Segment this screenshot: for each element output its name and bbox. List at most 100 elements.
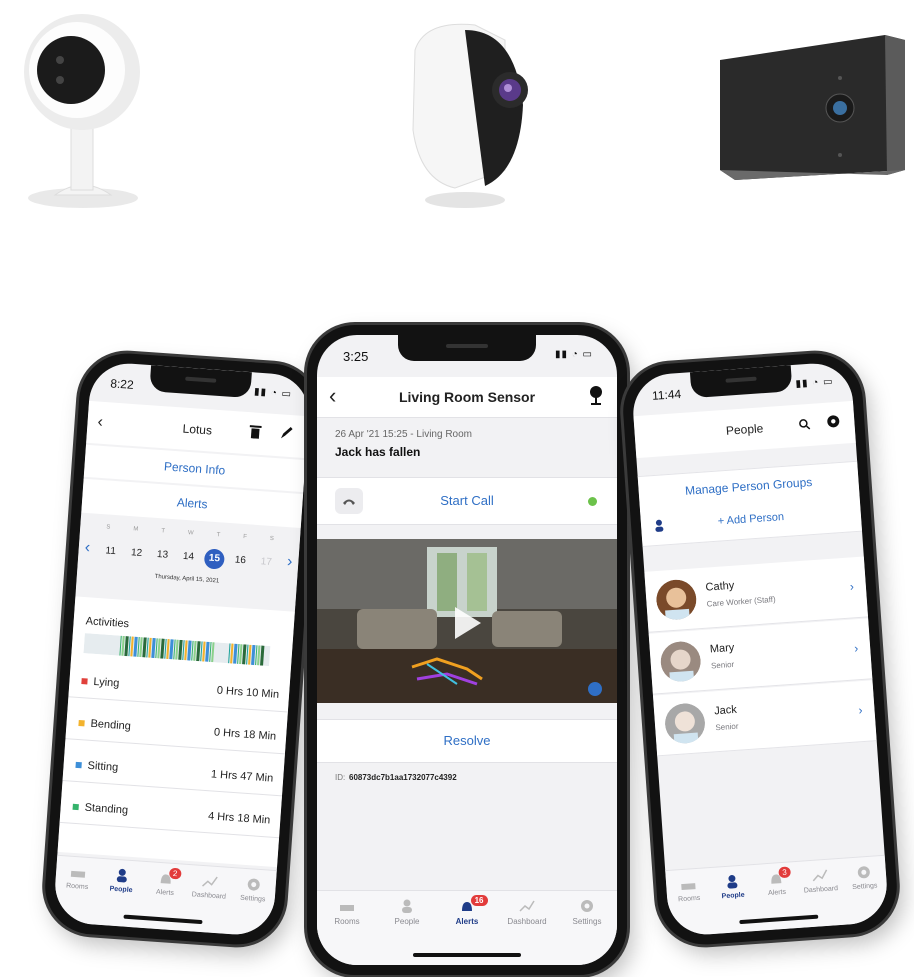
tab-people[interactable]: People	[99, 867, 145, 895]
bed-icon	[340, 905, 354, 911]
call-row[interactable]: Start Call	[317, 477, 617, 525]
speaker	[185, 376, 217, 383]
chevron-right-icon: ›	[853, 641, 859, 656]
weekday-label: M	[133, 526, 139, 533]
alert-id: ID: 60873dc7b1aa1732077c4392	[317, 773, 617, 791]
tab-alerts[interactable]: 16 Alerts	[437, 895, 497, 926]
resolve-button[interactable]: Resolve	[317, 719, 617, 763]
ai-badge-icon	[588, 682, 602, 696]
search-icon[interactable]	[798, 418, 811, 431]
home-indicator	[413, 953, 521, 957]
home-indicator	[739, 914, 819, 925]
gear-icon	[247, 878, 260, 891]
activity-color-square	[78, 720, 85, 727]
add-person-button[interactable]: + Add Person	[641, 506, 861, 533]
chart-line-icon	[519, 900, 535, 912]
tab-label: Dashboard	[803, 885, 839, 895]
trash-icon[interactable]	[249, 424, 262, 439]
activity-label: Bending	[90, 717, 132, 733]
tab-dashboard[interactable]: Dashboard	[798, 867, 844, 895]
person-role: Senior	[710, 659, 735, 671]
tab-label: People	[109, 885, 133, 895]
tab-label: Dashboard	[191, 891, 227, 901]
tab-rooms[interactable]: Rooms	[666, 876, 712, 904]
status-time: 11:44	[651, 386, 682, 403]
weekday-label: S	[269, 535, 275, 543]
avatar	[656, 579, 697, 621]
page-title: Living Room Sensor	[398, 389, 536, 405]
date-cell[interactable]: 17	[256, 552, 277, 573]
alert-meta: 26 Apr '21 15:25 - Living Room	[335, 429, 472, 440]
activity-label: Standing	[84, 801, 129, 817]
bed-icon	[681, 883, 696, 891]
activity-color-square	[81, 678, 88, 685]
gear-icon	[857, 866, 870, 879]
tab-label: Alerts	[455, 917, 479, 926]
tab-settings[interactable]: Settings	[557, 899, 617, 926]
phone-activity: 8:22 ▮▮ ◔ ▭ ‹ Lotus Person Info Alerts S…	[41, 350, 323, 948]
tab-people[interactable]: People	[377, 899, 437, 926]
date-row: 11 12 13 14 15 16 17	[100, 540, 277, 574]
sensor-icon[interactable]	[589, 386, 603, 406]
date-cell[interactable]: 16	[230, 550, 251, 571]
tab-label: Settings	[239, 894, 266, 904]
tab-alerts[interactable]: 3 Alerts	[754, 866, 800, 898]
alert-text: Jack has fallen	[335, 445, 421, 459]
notch	[398, 335, 536, 361]
activity-duration: 0 Hrs 18 Min	[213, 726, 277, 743]
date-cell[interactable]: 11	[100, 541, 121, 562]
id-label: ID:	[335, 773, 346, 782]
camera-video-feed[interactable]	[317, 539, 617, 703]
speaker	[446, 344, 488, 348]
tab-label: Settings	[851, 882, 878, 892]
date-cell[interactable]: 14	[178, 547, 199, 568]
person-name: Mary	[709, 641, 735, 656]
page-title: People	[725, 421, 764, 438]
bed-icon	[70, 870, 86, 878]
tab-label: Settings	[572, 917, 602, 926]
chart-line-icon	[812, 869, 828, 882]
avatar	[660, 641, 701, 683]
tab-people[interactable]: People	[710, 873, 756, 901]
activity-color-square	[72, 803, 79, 811]
people-screen: 11:44 ▮▮ ◔ ▭ People Manage Person Groups…	[630, 361, 890, 937]
tab-label: Alerts	[767, 888, 787, 898]
tab-settings[interactable]: Settings	[231, 876, 277, 904]
next-week-icon[interactable]: ›	[286, 553, 293, 571]
tab-bar: Rooms People 2 Alerts Dashboard Settings	[52, 854, 277, 937]
home-indicator	[123, 914, 203, 925]
tab-alerts[interactable]: 2 Alerts	[143, 867, 189, 898]
person-role: Senior	[715, 721, 739, 733]
person-icon	[116, 868, 127, 883]
gear-icon[interactable]	[826, 414, 841, 429]
activity-row: Sitting 1 Hrs 47 Min	[75, 759, 274, 785]
tab-rooms[interactable]: Rooms	[55, 864, 101, 892]
start-call-button[interactable]: Start Call	[317, 493, 617, 508]
activity-duration: 4 Hrs 18 Min	[207, 810, 271, 827]
gear-icon	[581, 900, 593, 912]
id-value: 60873dc7b1aa1732077c4392	[349, 773, 457, 782]
activity-screen: 8:22 ▮▮ ◔ ▭ ‹ Lotus Person Info Alerts S…	[52, 361, 312, 937]
tab-settings[interactable]: Settings	[841, 864, 887, 892]
activity-row: Standing 4 Hrs 18 Min	[72, 801, 271, 827]
tab-label: People	[394, 917, 420, 926]
tab-dashboard[interactable]: Dashboard	[497, 899, 557, 926]
notch	[689, 365, 793, 399]
alert-screen: 3:25 ▮▮ ◔ ▭ ‹ Living Room Sensor 26 Apr …	[317, 335, 617, 965]
tab-rooms[interactable]: Rooms	[317, 899, 377, 926]
date-cell[interactable]: 12	[126, 543, 147, 564]
activities-panel: Activities Lying 0 Hrs 10 Min Bending 0 Hrs…	[57, 596, 295, 868]
date-cell[interactable]: 13	[152, 545, 173, 566]
chevron-right-icon: ›	[849, 579, 855, 594]
alerts-badge: 16	[470, 895, 488, 906]
prev-week-icon[interactable]: ‹	[84, 539, 91, 557]
alerts-badge: 2	[168, 867, 182, 880]
activity-color-square	[75, 761, 82, 769]
status-icons: ▮▮ ◔ ▭	[554, 349, 593, 360]
tab-dashboard[interactable]: Dashboard	[187, 873, 233, 901]
date-cell[interactable]: 15	[203, 548, 226, 570]
person-role: Care Worker (Staff)	[706, 594, 776, 609]
edit-pencil-icon[interactable]	[279, 424, 294, 441]
status-icons: ▮▮ ◔ ▭	[253, 386, 293, 401]
panel-sensor-device	[720, 35, 905, 180]
